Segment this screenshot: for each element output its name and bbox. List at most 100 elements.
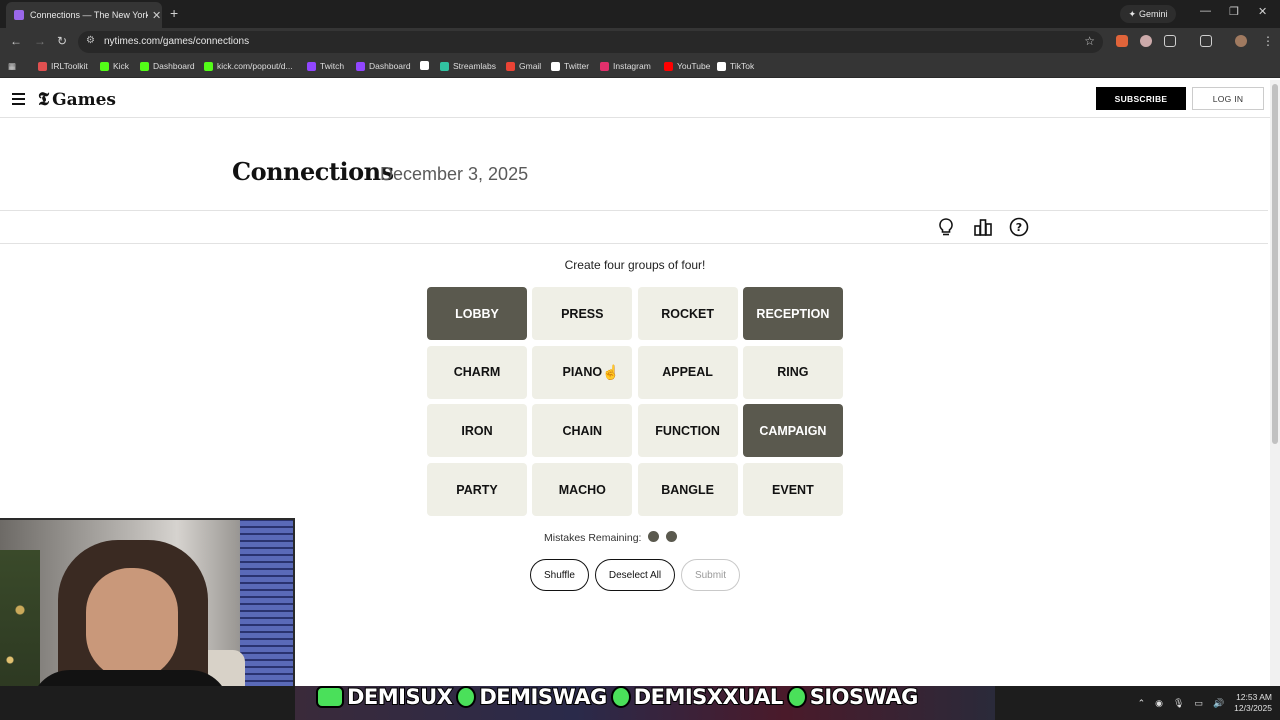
social-handle: DEMISUX <box>316 684 454 710</box>
bookmark-label: TikTok <box>730 61 755 71</box>
bookmark-favicon-icon <box>551 61 560 71</box>
restore-icon[interactable]: ❐ <box>1229 5 1239 18</box>
bookmark-star-icon[interactable]: ☆ <box>1084 34 1095 48</box>
gemini-button[interactable]: ✦ Gemini <box>1120 5 1176 23</box>
mistakes-label: Mistakes Remaining: <box>544 532 642 544</box>
bookmark-label: kick.com/popout/d... <box>217 61 293 71</box>
word-card[interactable]: ROCKET <box>637 287 738 340</box>
tab-close-icon[interactable]: ✕ <box>152 9 161 22</box>
menu-icon[interactable] <box>12 93 25 108</box>
gemini-icon: ✦ <box>1128 8 1137 19</box>
bookmark-item[interactable]: Streamlabs <box>440 61 496 71</box>
word-card[interactable]: LOBBY <box>427 287 527 340</box>
word-card[interactable]: RECEPTION <box>742 287 843 340</box>
clock[interactable]: 12:53 AM 12/3/2025 <box>1234 692 1272 714</box>
lightbulb-icon[interactable] <box>935 216 957 238</box>
window-close-icon[interactable]: ✕ <box>1258 5 1267 18</box>
shuffle-button[interactable]: Shuffle <box>530 559 589 591</box>
social-handle-text: DEMISUX <box>346 684 454 710</box>
leaderboard-icon[interactable] <box>972 216 994 238</box>
extension-icon[interactable] <box>1140 35 1152 47</box>
extension-icon[interactable] <box>1116 35 1128 47</box>
mic-icon[interactable]: 🎙 <box>1173 698 1184 709</box>
bookmark-favicon-icon <box>717 61 726 71</box>
word-grid: LOBBY PRESS ROCKET RECEPTION CHARM PIANO APPEA… <box>427 287 843 517</box>
bookmark-item[interactable]: TikTok <box>717 61 754 71</box>
bookmark-favicon-icon <box>38 61 47 71</box>
site-header: 𝕿 Games SUBSCRIBE LOG IN <box>0 80 1270 118</box>
subscribe-button[interactable]: SUBSCRIBE <box>1096 87 1186 110</box>
tray-chevron-icon[interactable]: ⌃ <box>1138 698 1146 709</box>
word-card[interactable]: PRESS <box>532 287 633 340</box>
bookmark-item[interactable]: kick.com/popout/d... <box>204 61 293 71</box>
bookmark-item[interactable] <box>420 61 433 70</box>
bookmark-favicon-icon <box>204 61 213 71</box>
bookmark-item[interactable]: Gmail <box>506 61 541 71</box>
bookmark-favicon-icon <box>140 61 149 71</box>
word-card[interactable]: APPEAL <box>637 345 738 399</box>
divider <box>0 210 1268 211</box>
bookmark-item[interactable]: IRLToolkit <box>38 61 88 71</box>
deselect-all-button[interactable]: Deselect All <box>595 559 675 591</box>
clock-date: 12/3/2025 <box>1234 703 1272 713</box>
side-panel-icon[interactable] <box>1200 35 1212 47</box>
social-handle: DEMISWAG <box>456 684 608 710</box>
bookmark-label: Gmail <box>519 61 542 71</box>
mistakes-dots <box>641 531 678 545</box>
reload-icon[interactable]: ↻ <box>57 34 67 48</box>
new-tab-button[interactable]: + <box>170 5 178 21</box>
address-bar[interactable]: ⚙ nytimes.com/games/connections ☆ <box>78 31 1103 53</box>
word-card[interactable]: CHARM <box>427 345 527 399</box>
network-icon[interactable]: ◉ <box>1155 698 1163 709</box>
scrollbar-thumb[interactable] <box>1272 84 1278 444</box>
bookmark-favicon-icon <box>506 61 515 71</box>
bookmark-label: Dashboard <box>153 61 195 71</box>
word-card[interactable]: RING <box>742 345 843 399</box>
forward-icon[interactable]: → <box>34 34 46 48</box>
word-card[interactable]: CHAIN <box>532 404 633 458</box>
bookmark-favicon-icon <box>420 61 429 70</box>
bookmark-item[interactable]: Kick <box>100 61 129 71</box>
help-icon[interactable]: ? <box>1008 216 1030 238</box>
site-info-icon[interactable]: ⚙ <box>86 35 95 46</box>
word-card[interactable]: MACHO <box>532 463 633 517</box>
word-card[interactable]: EVENT <box>742 463 843 517</box>
gemini-label: Gemini <box>1139 9 1168 19</box>
display-icon[interactable]: ▭ <box>1194 698 1203 709</box>
social-handles-banner: DEMISUX DEMISWAG DEMISXXUAL SIOSWAG <box>316 682 919 712</box>
social-handle-text: DEMISXXUAL <box>633 684 785 710</box>
login-button[interactable]: LOG IN <box>1192 87 1264 110</box>
word-card[interactable]: PARTY <box>427 463 527 517</box>
hand-cursor-icon: ☝ <box>602 364 620 380</box>
browser-tab[interactable]: Connections — The New York T ✕ <box>6 2 162 28</box>
twitter-icon <box>610 686 631 708</box>
browser-menu-icon[interactable]: ⋮ <box>1262 34 1274 48</box>
social-handle: DEMISXXUAL <box>610 684 785 710</box>
nyt-games-logo[interactable]: 𝕿 Games <box>38 89 116 110</box>
word-card[interactable]: CAMPAIGN <box>742 404 843 458</box>
bookmark-item[interactable]: Dashboard <box>140 61 195 71</box>
apps-grid-icon[interactable]: ▦ <box>8 61 16 72</box>
word-card[interactable]: FUNCTION <box>637 404 738 458</box>
bookmark-item[interactable]: Twitch <box>307 61 344 71</box>
tab-title: Connections — The New York T <box>30 10 148 20</box>
browser-tab-bar: Connections — The New York T ✕ + ✦ Gemini… <box>0 0 1280 28</box>
youtube-icon <box>316 686 344 708</box>
profile-avatar[interactable] <box>1235 35 1247 47</box>
word-card[interactable]: IRON <box>427 404 527 458</box>
back-icon[interactable]: ← <box>10 34 22 48</box>
bookmark-item[interactable]: Instagram <box>600 61 651 71</box>
bookmark-label: Kick <box>113 61 130 71</box>
word-card[interactable]: BANGLE <box>637 463 738 517</box>
nyt-logo-mark: 𝕿 <box>38 89 50 110</box>
bookmark-label: Instagram <box>613 61 651 71</box>
bookmark-item[interactable]: YouTube <box>664 61 710 71</box>
minimize-icon[interactable]: — <box>1200 5 1211 17</box>
bookmark-favicon-icon <box>356 61 365 71</box>
volume-icon[interactable]: 🔊 <box>1213 698 1224 709</box>
bookmark-item[interactable]: Dashboard <box>356 61 411 71</box>
bookmark-item[interactable]: Twitter <box>551 61 589 71</box>
bookmark-label: Dashboard <box>369 61 411 71</box>
submit-button[interactable]: Submit <box>681 559 740 591</box>
extensions-puzzle-icon[interactable] <box>1164 35 1176 47</box>
